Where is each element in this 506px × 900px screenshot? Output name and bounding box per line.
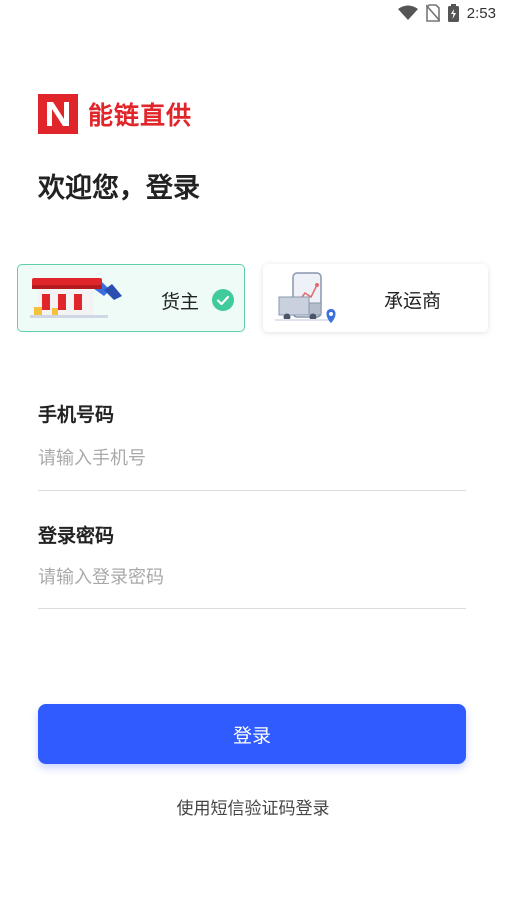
sms-login-link[interactable]: 使用短信验证码登录	[0, 794, 506, 819]
phone-label: 手机号码	[38, 404, 115, 426]
status-icons: 2:53	[397, 4, 496, 22]
brand-n-icon	[38, 94, 78, 134]
login-button[interactable]: 登录	[38, 704, 466, 764]
phone-underline	[38, 490, 466, 491]
phone-input[interactable]	[38, 440, 466, 476]
gas-station-illustration	[30, 278, 122, 318]
password-label: 登录密码	[38, 525, 115, 547]
role-card-carrier[interactable]: 承运商	[263, 264, 488, 332]
battery-charging-icon	[447, 4, 459, 22]
role-card-shipper[interactable]: 货主	[17, 264, 245, 332]
logo-text: 能链直供	[88, 101, 193, 130]
status-time: 2:53	[466, 4, 496, 22]
role-label-carrier: 承运商	[384, 290, 442, 312]
password-input[interactable]	[38, 559, 466, 595]
role-label-shipper: 货主	[161, 291, 200, 313]
no-sim-icon	[425, 4, 440, 22]
check-circle-icon	[212, 289, 234, 311]
wifi-icon	[397, 5, 418, 20]
truck-phone-illustration	[275, 272, 336, 323]
status-bar: 2:53	[0, 0, 506, 28]
app-logo: 能链直供	[38, 94, 192, 134]
welcome-title: 欢迎您，登录	[38, 173, 200, 204]
password-underline	[38, 608, 466, 609]
